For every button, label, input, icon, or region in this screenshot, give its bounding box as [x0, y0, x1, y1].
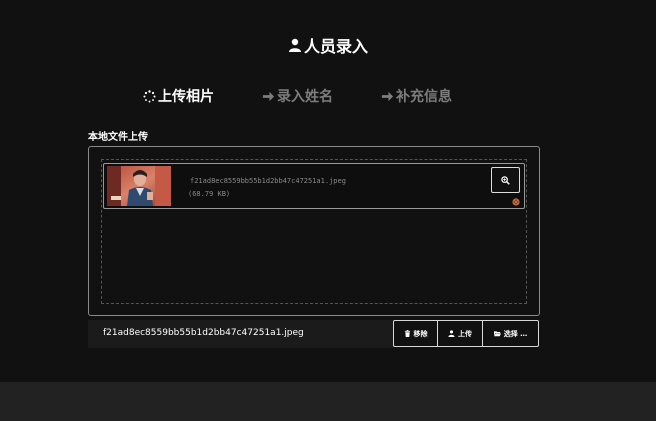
- page-title: 人员录入: [0, 33, 656, 57]
- user-icon: [288, 38, 301, 52]
- page-title-text: 人员录入: [303, 37, 368, 56]
- step-more-info[interactable]: 补充信息: [381, 86, 452, 106]
- remove-button[interactable]: 移除: [393, 320, 438, 347]
- section-label: 本地文件上传: [88, 132, 148, 143]
- page: 人员录入 上传相片 录入姓名 补充信息 本地文件上传 f21ad8ec8559b…: [0, 0, 656, 421]
- upload-button[interactable]: 上传: [437, 320, 483, 347]
- drag-handle-icon[interactable]: [512, 198, 520, 206]
- step-enter-name[interactable]: 录入姓名: [262, 86, 333, 106]
- choose-file-button-label: 选择 …: [503, 329, 528, 338]
- photo-thumbnail: [107, 166, 171, 206]
- step-label: 上传相片: [158, 89, 214, 105]
- step-indicator: 上传相片 录入姓名 补充信息: [0, 86, 656, 106]
- choose-file-button[interactable]: 选择 …: [482, 320, 539, 347]
- zoom-icon: [501, 175, 510, 185]
- file-caption-text: f21ad8ec8559bb55b1d2bb47c47251a1.jpeg: [103, 328, 304, 338]
- footer: [0, 382, 656, 421]
- spinner-icon: [143, 89, 156, 102]
- trash-icon: [404, 330, 410, 337]
- arrow-right-icon: [381, 91, 394, 101]
- file-caption-field[interactable]: f21ad8ec8559bb55b1d2bb47c47251a1.jpeg: [88, 320, 394, 348]
- file-preview-card: f21ad8ec8559bb55b1d2bb47c47251a1.jpeg (6…: [103, 163, 525, 209]
- folder-open-icon: [493, 331, 501, 337]
- upload-button-label: 上传: [458, 329, 472, 338]
- file-upload-panel: f21ad8ec8559bb55b1d2bb47c47251a1.jpeg (6…: [88, 146, 540, 316]
- step-label: 补充信息: [396, 89, 452, 105]
- file-name: f21ad8ec8559bb55b1d2bb47c47251a1.jpeg: [190, 177, 346, 185]
- step-label: 录入姓名: [277, 89, 333, 105]
- remove-button-label: 移除: [413, 329, 428, 338]
- upload-button-group: 移除 上传 选择 …: [393, 320, 539, 347]
- user-icon: [448, 330, 455, 337]
- step-upload-photo[interactable]: 上传相片: [143, 86, 214, 106]
- arrow-right-icon: [262, 91, 275, 101]
- file-size: (68.79 KB): [188, 190, 231, 198]
- zoom-button[interactable]: [491, 167, 520, 193]
